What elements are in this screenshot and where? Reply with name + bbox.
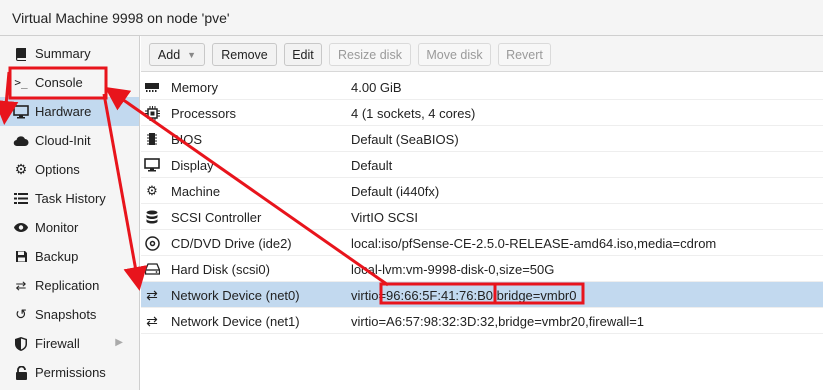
cpu-icon [143,104,161,122]
sidebar: Summary >_ Console Hardware Cloud-Init ⚙… [0,36,140,390]
sidebar-item-firewall[interactable]: Firewall ▶ [0,329,139,358]
terminal-icon: >_ [14,76,28,89]
window-title: Virtual Machine 9998 on node 'pve' [12,10,230,26]
book-icon [12,46,30,62]
sidebar-item-task-history[interactable]: Task History [0,184,139,213]
chip-icon [143,130,161,148]
memory-icon [143,78,161,96]
remove-button[interactable]: Remove [212,43,277,66]
hardware-row-processors[interactable]: Processors 4 (1 sockets, 4 cores) [141,100,823,126]
sidebar-item-console[interactable]: >_ Console [0,68,139,97]
hardware-row-machine[interactable]: ⚙ Machine Default (i440fx) [141,178,823,204]
sidebar-item-permissions[interactable]: Permissions [0,358,139,387]
history-icon: ↺ [15,306,27,322]
cloud-icon [12,133,30,149]
move-disk-button[interactable]: Move disk [418,43,491,66]
net0-mac-address: 96:66:5F:41:76:B0 [386,288,494,303]
exchange-icon: ⇄ [146,286,158,303]
hardware-row-network-device-net0[interactable]: ⇄ Network Device (net0) virtio=96:66:5F:… [141,282,823,308]
sidebar-item-cloud-init[interactable]: Cloud-Init [0,126,139,155]
chevron-down-icon: ▼ [187,49,197,60]
sidebar-item-options[interactable]: ⚙ Options [0,155,139,184]
sidebar-item-backup[interactable]: Backup [0,242,139,271]
sidebar-item-snapshots[interactable]: ↺ Snapshots [0,300,139,329]
hardware-row-memory[interactable]: Memory 4.00 GiB [141,74,823,100]
monitor-icon [143,156,161,174]
cogs-icon: ⚙ [146,183,158,198]
edit-button[interactable]: Edit [284,43,322,66]
retweet-icon: ⇄ [15,277,27,293]
hardware-row-bios[interactable]: BIOS Default (SeaBIOS) [141,126,823,152]
window-titlebar: Virtual Machine 9998 on node 'pve' [0,0,823,36]
sidebar-item-monitor[interactable]: Monitor [0,213,139,242]
hardware-row-network-device-net1[interactable]: ⇄ Network Device (net1) virtio=A6:57:98:… [141,308,823,334]
hardware-row-hard-disk[interactable]: Hard Disk (scsi0) local-lvm:vm-9998-disk… [141,256,823,282]
resize-disk-button[interactable]: Resize disk [329,43,411,66]
disc-icon [143,234,161,252]
net0-value: virtio=96:66:5F:41:76:B0,bridge=vmbr0 [351,288,577,303]
revert-button[interactable]: Revert [498,43,551,66]
sidebar-item-summary[interactable]: Summary [0,39,139,68]
hardware-row-scsi-controller[interactable]: SCSI Controller VirtIO SCSI [141,204,823,230]
chevron-right-icon: ▶ [115,337,123,348]
hardware-row-cd-dvd-drive[interactable]: CD/DVD Drive (ide2) local:iso/pfSense-CE… [141,230,823,256]
hdd-icon [143,260,161,278]
gear-icon: ⚙ [14,161,28,177]
monitor-icon [12,104,30,120]
sidebar-item-replication[interactable]: ⇄ Replication [0,271,139,300]
add-button[interactable]: Add ▼ [149,43,205,66]
eye-icon [12,220,30,236]
hardware-toolbar: Add ▼ Remove Edit Resize disk Move disk R… [141,36,823,72]
shield-icon [12,336,30,352]
floppy-icon [12,249,30,265]
sidebar-item-hardware[interactable]: Hardware [0,97,139,126]
exchange-icon: ⇄ [146,312,158,329]
list-icon [12,191,30,207]
database-icon [143,208,161,226]
unlock-icon [12,365,30,381]
hardware-row-display[interactable]: Display Default [141,152,823,178]
